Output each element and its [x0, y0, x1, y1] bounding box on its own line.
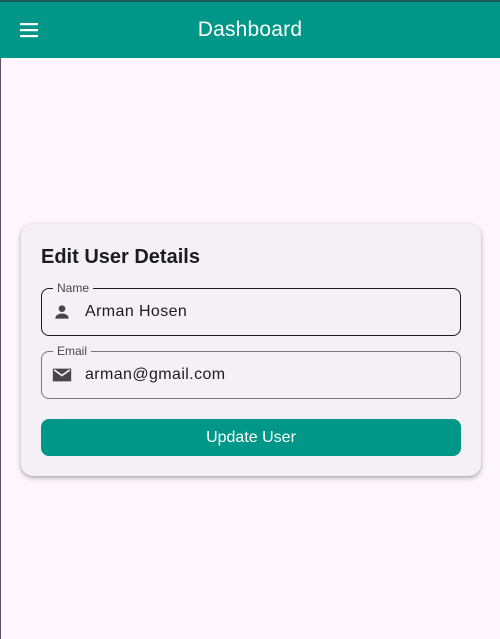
window-edge — [0, 58, 1, 639]
page-title: Dashboard — [197, 18, 303, 41]
email-field[interactable]: Email — [41, 344, 461, 399]
menu-icon — [20, 23, 38, 38]
name-input[interactable] — [85, 289, 445, 335]
mail-icon — [50, 363, 74, 387]
edit-user-card: Edit User Details Name Email Update User — [21, 224, 481, 476]
app-bar: Dashboard — [0, 0, 500, 58]
menu-button[interactable] — [12, 13, 46, 47]
card-title: Edit User Details — [41, 246, 200, 268]
update-user-button[interactable]: Update User — [41, 419, 461, 456]
person-icon — [50, 300, 74, 324]
email-input[interactable] — [85, 352, 445, 398]
name-field[interactable]: Name — [41, 281, 461, 336]
